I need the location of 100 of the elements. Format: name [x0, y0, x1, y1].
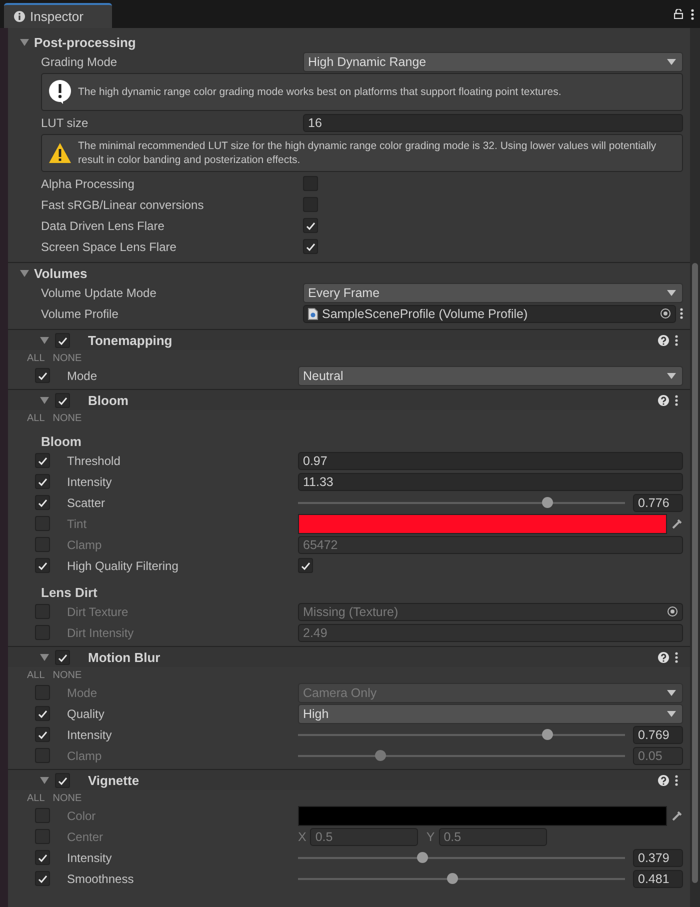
- kebab-menu-icon[interactable]: [675, 774, 678, 786]
- component-header[interactable]: Motion Blur: [8, 646, 690, 667]
- slider[interactable]: [298, 872, 625, 886]
- caret-icon: [667, 290, 676, 296]
- checkbox[interactable]: [35, 558, 50, 573]
- input-field[interactable]: 0.776: [633, 494, 683, 512]
- checkbox[interactable]: [35, 368, 50, 383]
- input-field[interactable]: 0.05: [633, 746, 683, 764]
- kebab-menu-icon[interactable]: [675, 652, 678, 662]
- dropdown[interactable]: Neutral: [298, 366, 683, 386]
- slider-thumb[interactable]: [417, 852, 428, 862]
- checkbox[interactable]: [35, 474, 50, 489]
- slider[interactable]: [298, 748, 625, 762]
- input-field[interactable]: 0.481: [633, 870, 683, 888]
- all-link[interactable]: ALL: [27, 412, 45, 424]
- checkbox[interactable]: [55, 332, 70, 348]
- all-link[interactable]: ALL: [27, 670, 45, 680]
- checkmark-icon: [37, 560, 48, 571]
- component-header[interactable]: Bloom: [8, 389, 690, 410]
- all-link[interactable]: ALL: [27, 352, 45, 364]
- input-field[interactable]: 0.379: [633, 848, 683, 866]
- caret-icon: [667, 710, 676, 716]
- property-label: Intensity: [67, 728, 113, 742]
- none-link[interactable]: NONE: [52, 412, 82, 424]
- dropdown[interactable]: High: [298, 704, 683, 724]
- input-field[interactable]: 0.769: [633, 726, 683, 744]
- checkbox[interactable]: [55, 650, 70, 664]
- checkbox[interactable]: [35, 727, 50, 742]
- none-link[interactable]: NONE: [52, 792, 82, 804]
- slider[interactable]: [298, 496, 625, 510]
- slider-thumb[interactable]: [542, 496, 553, 508]
- foldout-arrow-icon[interactable]: [20, 268, 29, 278]
- foldout-arrow-icon[interactable]: [40, 396, 49, 404]
- section-title[interactable]: Volumes: [34, 266, 88, 280]
- property-label: Tint: [67, 516, 88, 530]
- eyedropper-icon[interactable]: [671, 518, 683, 530]
- checkmark-icon: [37, 455, 48, 466]
- foldout-arrow-icon[interactable]: [20, 38, 29, 46]
- input-field[interactable]: 0.5: [310, 828, 418, 846]
- dropdown[interactable]: Every Frame: [303, 282, 683, 302]
- input-field[interactable]: 11.33: [298, 472, 683, 490]
- none-link[interactable]: NONE: [52, 670, 82, 680]
- property-label: Color: [67, 808, 97, 822]
- slider-thumb[interactable]: [542, 728, 553, 740]
- checkbox[interactable]: [35, 850, 50, 865]
- kebab-menu-icon[interactable]: [675, 394, 678, 406]
- help-text: The minimal recommended LUT size for the high dynamic range color grading mode is 32. Using lower values will potentially result in color banding and posterization effects.: [78, 138, 658, 168]
- checkbox[interactable]: [55, 392, 70, 408]
- slider[interactable]: [298, 728, 625, 742]
- help-icon[interactable]: [658, 334, 669, 346]
- asset-file-icon: [308, 308, 318, 320]
- checkbox[interactable]: [303, 239, 318, 254]
- eyedropper-icon[interactable]: [671, 810, 683, 822]
- color-field[interactable]: [298, 514, 667, 534]
- foldout-arrow-icon[interactable]: [40, 652, 49, 662]
- foldout-arrow-icon[interactable]: [40, 776, 49, 784]
- lock-icon[interactable]: [674, 9, 683, 19]
- slider-thumb[interactable]: [374, 750, 386, 760]
- property-label: Intensity: [67, 850, 113, 864]
- input-field[interactable]: 65472: [298, 536, 683, 554]
- object-field[interactable]: SampleSceneProfile (Volume Profile): [303, 304, 676, 322]
- color-field[interactable]: [298, 806, 667, 826]
- component-title: Bloom: [88, 392, 130, 408]
- input-field[interactable]: 16: [303, 114, 683, 132]
- scrollbar[interactable]: [690, 28, 700, 907]
- property-label: Intensity: [67, 474, 113, 488]
- inspector-tab[interactable]: Inspector: [4, 3, 112, 28]
- kebab-menu-icon[interactable]: [675, 334, 678, 346]
- checkbox[interactable]: [55, 772, 70, 788]
- input-field[interactable]: 0.5: [438, 828, 547, 846]
- help-icon[interactable]: [658, 652, 669, 662]
- checkbox[interactable]: [35, 871, 50, 886]
- help-icon[interactable]: [658, 394, 669, 406]
- checkmark-icon: [37, 370, 48, 381]
- dropdown[interactable]: High Dynamic Range: [303, 52, 683, 72]
- target-picker-icon[interactable]: [667, 606, 678, 617]
- caret-icon: [667, 690, 676, 696]
- checkbox[interactable]: [35, 495, 50, 510]
- section-title[interactable]: Post-processing: [34, 34, 136, 50]
- property-label: High Quality Filtering: [67, 558, 180, 572]
- input-field[interactable]: 0.97: [298, 452, 683, 470]
- checkbox[interactable]: [303, 218, 318, 233]
- checkbox[interactable]: [298, 558, 313, 573]
- foldout-arrow-icon[interactable]: [40, 336, 49, 344]
- checkbox[interactable]: [35, 453, 50, 468]
- slider[interactable]: [298, 850, 625, 864]
- property-label: Dirt Texture: [67, 604, 130, 618]
- checkmark-icon: [37, 497, 48, 508]
- none-link[interactable]: NONE: [52, 352, 82, 364]
- component-header[interactable]: Vignette: [8, 769, 690, 790]
- object-field[interactable]: Missing (Texture): [298, 602, 683, 620]
- checkbox[interactable]: [35, 706, 50, 721]
- slider-thumb[interactable]: [446, 872, 458, 884]
- kebab-menu-icon[interactable]: [691, 8, 694, 20]
- input-field[interactable]: 2.49: [298, 624, 683, 642]
- help-icon[interactable]: [658, 774, 669, 786]
- component-header[interactable]: Tonemapping: [8, 329, 690, 350]
- target-picker-icon[interactable]: [660, 308, 671, 319]
- kebab-menu-icon[interactable]: [680, 308, 683, 319]
- all-link[interactable]: ALL: [27, 792, 45, 804]
